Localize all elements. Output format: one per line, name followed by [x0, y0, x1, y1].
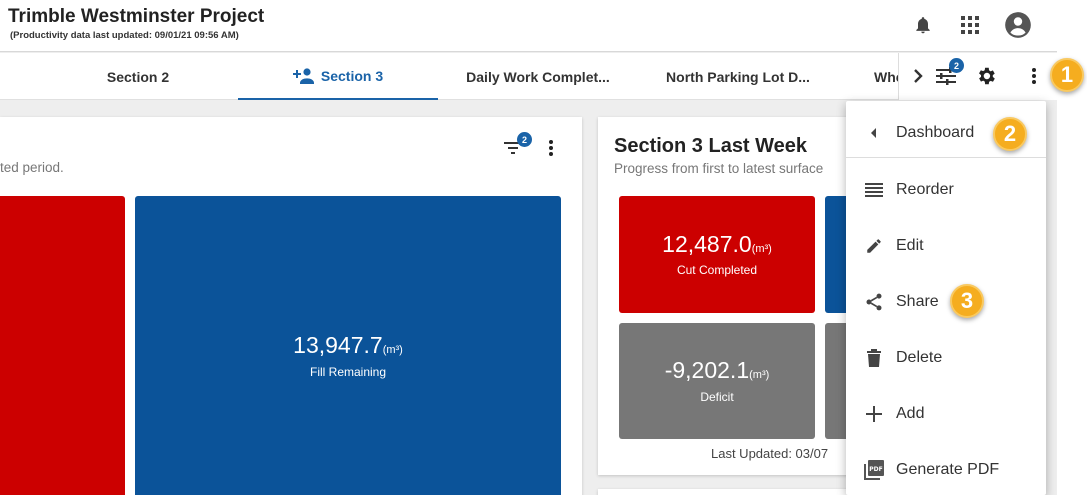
- callout-marker: 2: [993, 117, 1027, 151]
- menu-item-label: Dashboard: [896, 124, 975, 141]
- bell-icon[interactable]: [908, 10, 938, 40]
- filter-sliders-icon[interactable]: 2: [933, 58, 964, 89]
- widget-title: Section 3 Last Week: [614, 135, 808, 157]
- tab-section-2[interactable]: Section 2: [38, 53, 238, 100]
- more-vertical-icon[interactable]: [538, 135, 564, 161]
- menu-item-edit[interactable]: Edit: [846, 218, 1046, 274]
- tab-label: Section 3: [320, 67, 384, 84]
- menu-item-add[interactable]: Add: [846, 386, 1046, 442]
- svg-text:PDF: PDF: [869, 466, 882, 473]
- tile-label: Deficit: [700, 389, 734, 404]
- more-vertical-icon[interactable]: [1021, 63, 1047, 89]
- last-updated-text: Last Updated: 03/07: [711, 446, 829, 461]
- widget-card-left: ted period. 2 13,947.7(m³) Fill Remainin…: [0, 117, 582, 495]
- add-person-icon: [292, 67, 315, 84]
- deficit-tile[interactable]: -9,202.1(m³) Deficit: [619, 323, 815, 439]
- menu-item-reorder[interactable]: Reorder: [846, 162, 1046, 218]
- edit-pencil-icon: [862, 234, 886, 258]
- callout-marker: 3: [950, 284, 984, 318]
- gear-icon[interactable]: [973, 63, 999, 89]
- plus-icon: [862, 402, 886, 426]
- filter-count-badge: 2: [517, 132, 532, 147]
- widget-card-section3-last-week: Section 3 Last Week Progress from first …: [598, 117, 865, 475]
- cut-completed-tile[interactable]: 12,487.0(m³) Cut Completed: [619, 196, 815, 313]
- productivity-updated-note: (Productivity data last updated: 09/01/2…: [10, 30, 239, 41]
- pdf-icon: PDF: [862, 458, 886, 482]
- trash-icon: [862, 346, 886, 370]
- app-header: Trimble Westminster Project (Productivit…: [0, 0, 1057, 52]
- tile-unit: (m³): [751, 242, 772, 255]
- menu-item-label: Share: [896, 293, 939, 310]
- fill-remaining-tile[interactable]: 13,947.7(m³) Fill Remaining: [135, 196, 561, 495]
- menu-item-label: Delete: [896, 349, 943, 366]
- widget-card-partial: [598, 489, 858, 495]
- apps-grid-icon[interactable]: [955, 10, 985, 40]
- tab-truncated[interactable]: Whe: [838, 53, 898, 100]
- account-icon[interactable]: [1003, 10, 1033, 40]
- tab-toolbar: 2: [898, 53, 1058, 100]
- menu-item-label: Edit: [896, 237, 924, 254]
- tile-unit: (m³): [382, 344, 403, 357]
- menu-item-delete[interactable]: Delete: [846, 330, 1046, 386]
- menu-item-label: Reorder: [896, 181, 954, 198]
- chevron-right-icon[interactable]: [905, 63, 931, 89]
- widget-subtitle: Progress from first to latest surface: [614, 161, 824, 176]
- tab-label: Daily Work Complet...: [466, 68, 610, 85]
- widget-subtitle: ted period.: [0, 160, 64, 175]
- tile-unit: (m³): [749, 369, 770, 382]
- tab-daily-work-completed[interactable]: Daily Work Complet...: [438, 53, 638, 100]
- tab-label: Whe: [874, 68, 898, 85]
- tile-label: Cut Completed: [676, 263, 758, 278]
- tile-value: 13,947.7: [293, 332, 383, 359]
- cut-tile-partial[interactable]: [0, 196, 125, 495]
- caret-left-icon: [862, 121, 886, 145]
- menu-item-generate-pdf[interactable]: PDF Generate PDF: [846, 442, 1046, 495]
- tile-value: -9,202.1: [664, 357, 750, 384]
- filter-count-badge: 2: [949, 58, 964, 73]
- tile-value: 12,487.0: [662, 230, 752, 257]
- filter-icon[interactable]: 2: [500, 132, 532, 161]
- tab-section-3[interactable]: Section 3: [238, 53, 438, 100]
- project-title: Trimble Westminster Project: [8, 6, 265, 27]
- menu-item-label: Generate PDF: [896, 461, 1000, 478]
- reorder-icon: [862, 178, 886, 202]
- menu-divider: [846, 157, 1046, 158]
- tab-north-parking-lot[interactable]: North Parking Lot D...: [638, 53, 838, 100]
- tab-label: North Parking Lot D...: [666, 68, 810, 85]
- callout-marker: 1: [1050, 58, 1084, 92]
- tile-label: Fill Remaining: [309, 364, 387, 379]
- share-icon: [862, 290, 886, 314]
- menu-item-share[interactable]: Share: [846, 274, 1046, 330]
- tab-label: Section 2: [106, 68, 170, 85]
- options-menu: Dashboard Reorder Edit Share Delete Add …: [846, 101, 1046, 495]
- menu-item-label: Add: [896, 405, 925, 422]
